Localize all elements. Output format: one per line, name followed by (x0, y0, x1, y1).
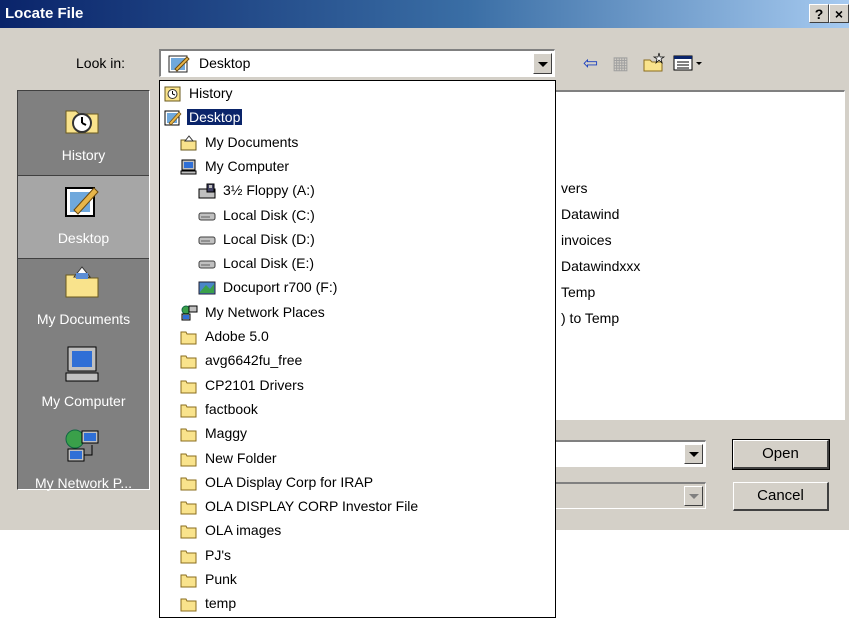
places-item-my-documents[interactable]: My Documents (18, 257, 149, 339)
file-name-combo[interactable] (540, 440, 706, 467)
up-folder-icon[interactable]: ▦ (612, 52, 629, 74)
view-menu-icon[interactable] (672, 52, 706, 79)
places-item-history[interactable]: History (18, 93, 149, 175)
file-item[interactable]: ) to Temp (561, 310, 619, 326)
folder-icon (180, 353, 198, 369)
dropdown-item-label: Desktop (185, 108, 244, 127)
places-item-desktop[interactable]: Desktop (18, 175, 149, 259)
look-in-combo[interactable]: Desktop (159, 49, 555, 77)
network-places-icon (62, 427, 102, 467)
look-in-label: Look in: (76, 55, 126, 71)
dropdown-item-label: CP2101 Drivers (205, 376, 304, 393)
dropdown-item-label: My Network Places (205, 303, 325, 320)
drive-icon (198, 208, 216, 224)
look-in-dropdown-list[interactable]: History Desktop My Documents My Computer 3½ … (159, 80, 556, 618)
folder-icon (180, 451, 198, 467)
dropdown-item-label: OLA images (205, 522, 282, 539)
places-item-label: History (61, 147, 106, 163)
desktop-icon (167, 53, 191, 78)
file-item[interactable]: invoices (561, 232, 612, 248)
desktop-icon (62, 182, 102, 222)
places-bar: History Desktop My Documents My Computer… (17, 90, 150, 491)
file-name-dropdown-button[interactable] (684, 444, 703, 464)
dropdown-item-label: Adobe 5.0 (205, 328, 269, 344)
dropdown-item-label: PJ's (205, 546, 232, 563)
dropdown-item-label: New Folder (205, 449, 277, 466)
help-button[interactable]: ? (809, 4, 829, 23)
folder-icon (180, 402, 198, 418)
scanner-drive-icon (198, 280, 216, 296)
places-item-label: My Documents (36, 311, 131, 327)
places-item-label: My Network P... (35, 475, 132, 491)
history-icon (164, 86, 182, 102)
close-button[interactable]: × (829, 4, 849, 23)
desktop-icon (164, 110, 182, 126)
dropdown-item-label: OLA DISPLAY CORP Investor File (205, 498, 419, 515)
title-bar[interactable]: Locate File ? × (0, 0, 849, 28)
dropdown-item-label: Docuport r700 (F:) (223, 279, 338, 296)
file-type-combo (540, 482, 706, 509)
folder-icon (180, 548, 198, 564)
folder-icon (180, 596, 198, 612)
places-item-network-places[interactable]: My Network P... (18, 421, 149, 503)
file-type-dropdown-button (684, 486, 703, 506)
dropdown-item-label: factbook (205, 400, 258, 417)
back-icon[interactable]: ⇦ (583, 52, 598, 74)
file-item[interactable]: Datawind (561, 206, 619, 222)
folder-icon (180, 329, 198, 345)
file-item[interactable]: Temp (561, 284, 595, 300)
my-computer-icon (62, 345, 102, 385)
dropdown-item-label: temp (205, 595, 237, 612)
my-documents-icon (180, 134, 198, 151)
folder-icon (180, 426, 198, 442)
dialog-title: Locate File (5, 5, 84, 22)
dropdown-item-label: Local Disk (C:) (223, 206, 315, 223)
look-in-value: Desktop (199, 55, 251, 71)
dropdown-item-label: Local Disk (D:) (223, 230, 315, 247)
new-folder-icon[interactable] (642, 52, 666, 79)
history-icon (62, 99, 102, 139)
dropdown-item-label: avg6642fu_free (205, 352, 303, 369)
places-item-label: Desktop (57, 230, 110, 246)
places-item-my-computer[interactable]: My Computer (18, 339, 149, 421)
dropdown-item-label: Maggy (205, 425, 248, 442)
places-item-label: My Computer (41, 393, 126, 409)
folder-icon (180, 523, 198, 539)
drive-icon (198, 256, 216, 272)
file-item[interactable]: vers (561, 180, 587, 196)
dropdown-item-label: OLA Display Corp for IRAP (205, 473, 374, 490)
folder-icon (180, 378, 198, 394)
dropdown-item-label: Local Disk (E:) (223, 255, 315, 272)
folder-icon (180, 475, 198, 491)
dropdown-item-label: 3½ Floppy (A:) (223, 182, 315, 199)
my-computer-icon (180, 159, 198, 175)
look-in-dropdown-button[interactable] (533, 53, 552, 74)
dropdown-item-label: History (189, 85, 233, 101)
open-button[interactable]: Open (732, 439, 830, 470)
drive-icon (198, 232, 216, 248)
cancel-button[interactable]: Cancel (733, 482, 829, 511)
network-places-icon (180, 305, 198, 321)
folder-icon (180, 572, 198, 588)
dropdown-item-label: Punk (205, 571, 237, 587)
floppy-icon (198, 183, 216, 199)
file-item[interactable]: Datawindxxx (561, 258, 640, 274)
dropdown-item-label: My Computer (205, 157, 290, 174)
my-documents-icon (62, 263, 102, 303)
dropdown-item-label: My Documents (205, 133, 299, 150)
folder-icon (180, 499, 198, 515)
